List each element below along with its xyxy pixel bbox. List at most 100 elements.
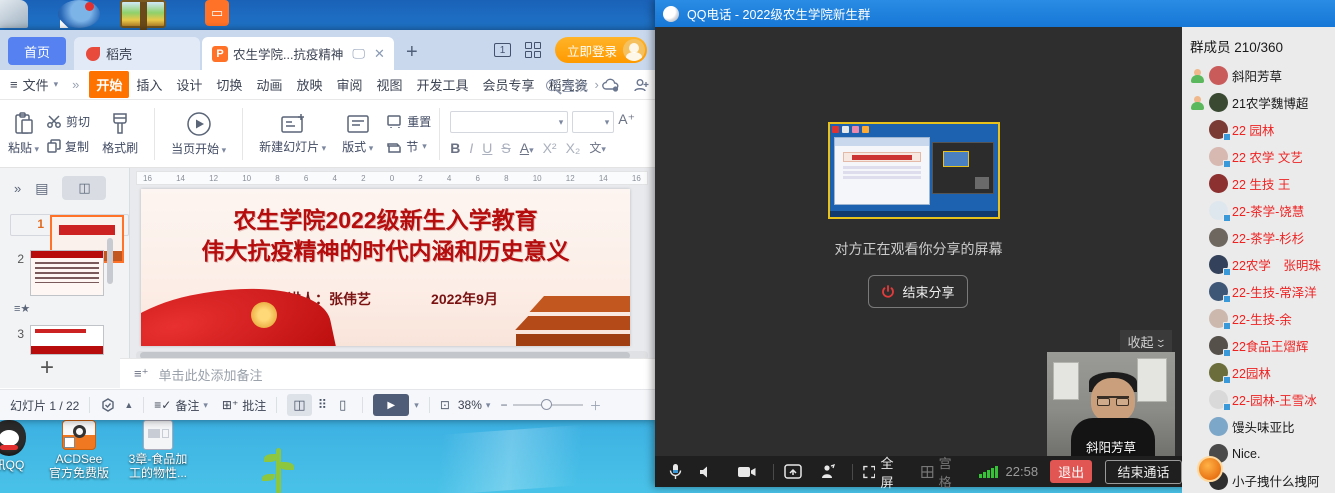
paste-button[interactable]: 粘贴 ▾	[0, 112, 47, 156]
member-row[interactable]: 斜阳芳草	[1182, 62, 1335, 89]
workspace-grid-icon[interactable]	[525, 42, 541, 58]
tab-close-icon[interactable]: ✕	[374, 46, 385, 62]
comments-button[interactable]: ⊞⁺ 批注	[222, 397, 266, 414]
ribbon-tab[interactable]: 设计	[169, 71, 209, 98]
member-avatar[interactable]	[1209, 255, 1228, 274]
member-avatar[interactable]	[1209, 228, 1228, 247]
panel-scrollbar[interactable]	[107, 238, 113, 284]
font-family-select[interactable]: ▾	[450, 111, 568, 133]
underline-button[interactable]: U	[482, 140, 492, 156]
fullscreen-button[interactable]: 全屏	[863, 453, 904, 491]
cut-button[interactable]: 剪切	[47, 113, 90, 130]
qq-title-bar[interactable]: QQ电话 - 2022级农生学院新生群	[655, 0, 1335, 27]
recycle-bin-icon[interactable]	[0, 0, 28, 28]
ribbon-tab[interactable]: 动画	[249, 71, 289, 98]
member-avatar[interactable]	[1209, 147, 1228, 166]
floating-avatar-orb[interactable]	[1197, 456, 1223, 482]
slide-thumbnail-1[interactable]: 1	[10, 214, 129, 236]
menu-overflow-icon[interactable]: »	[72, 77, 79, 92]
find-button[interactable]: 查找	[546, 76, 588, 95]
window-restore-icon[interactable]: 1	[494, 43, 511, 57]
end-share-button[interactable]: 结束分享	[868, 275, 968, 308]
layout-button[interactable]: 版式 ▾	[334, 113, 381, 155]
cloud-sync-icon[interactable]	[602, 78, 620, 92]
format-painter-button[interactable]: 格式刷	[90, 112, 146, 156]
ribbon-tab[interactable]: 插入	[129, 71, 169, 98]
normal-view-button[interactable]: ◫	[287, 394, 311, 416]
grid-view-button[interactable]: 宫格	[921, 453, 962, 491]
file-menu[interactable]: ≡ 文件 ▾	[10, 75, 58, 94]
zoom-slider[interactable]	[513, 404, 583, 406]
spellcheck-icon[interactable]	[100, 397, 116, 413]
fit-slide-icon[interactable]: ⊡	[440, 398, 450, 412]
slide-thumbnail-3[interactable]: 3	[10, 325, 129, 355]
slide-sorter-view-button[interactable]: ⠿	[312, 394, 334, 416]
desktop-app-icon-wps[interactable]: ▭	[205, 0, 229, 26]
increase-font-button[interactable]: A⁺	[618, 111, 635, 133]
member-row[interactable]: 22 生技 王	[1182, 170, 1335, 197]
microphone-button[interactable]	[669, 463, 682, 480]
member-avatar[interactable]	[1209, 309, 1228, 328]
section-button[interactable]: 节▾	[387, 138, 431, 155]
presenter-pointer-button[interactable]	[819, 464, 835, 479]
desktop-app-icon-archive[interactable]	[120, 0, 166, 28]
share-screen-button[interactable]	[784, 464, 802, 479]
member-row[interactable]: 馒头味亚比	[1182, 413, 1335, 440]
member-row[interactable]: 21农学魏博超	[1182, 89, 1335, 116]
font-color-button[interactable]: A▾	[520, 140, 534, 156]
speaker-button[interactable]	[699, 465, 713, 479]
member-row[interactable]: 22园林	[1182, 359, 1335, 386]
member-row[interactable]: 22 园林	[1182, 116, 1335, 143]
member-avatar[interactable]	[1209, 282, 1228, 301]
member-row[interactable]: 22-生技-余	[1182, 305, 1335, 332]
member-avatar[interactable]	[1209, 66, 1228, 85]
desktop-icon-acdsee[interactable]: ACDSee 官方免费版	[48, 420, 110, 480]
ribbon-tab[interactable]: 开始	[89, 71, 129, 98]
member-avatar[interactable]	[1209, 93, 1228, 112]
subscript-button[interactable]: X₂	[566, 140, 581, 156]
notes-bar[interactable]: ≡⁺ 单击此处添加备注	[120, 358, 655, 389]
outline-view-icon[interactable]: ▤	[35, 180, 48, 197]
bold-button[interactable]: B	[450, 140, 460, 156]
member-row[interactable]: 22-茶学-饶慧	[1182, 197, 1335, 224]
ribbon-tab[interactable]: 开发工具	[410, 71, 476, 98]
ribbon-tab[interactable]: 审阅	[329, 71, 369, 98]
ribbon-tab[interactable]: 会员专享	[476, 71, 542, 98]
copy-button[interactable]: 复制	[47, 138, 90, 155]
camera-button[interactable]	[738, 466, 756, 478]
tab-document-active[interactable]: P 农生学院...抗疫精神 🖵 ✕	[202, 37, 394, 70]
end-call-button[interactable]: 结束通话	[1105, 460, 1182, 484]
exit-button[interactable]: 退出	[1050, 460, 1092, 483]
member-avatar[interactable]	[1209, 363, 1228, 382]
desktop-icon-qq[interactable]: 讯QQ	[0, 420, 26, 472]
ribbon-tab[interactable]: 视图	[369, 71, 409, 98]
zoom-out-button[interactable]: −	[500, 398, 507, 412]
new-slide-button[interactable]: 新建幻灯片 ▾	[251, 113, 334, 155]
notes-toggle-button[interactable]: ≡✓ 备注▾	[154, 397, 208, 414]
member-avatar[interactable]	[1209, 336, 1228, 355]
member-row[interactable]: 22 农学 文艺	[1182, 143, 1335, 170]
member-avatar[interactable]	[1209, 120, 1228, 139]
screen-share-preview[interactable]	[828, 122, 1000, 219]
tab-home[interactable]: 首页	[8, 37, 66, 65]
reading-view-button[interactable]: ▯	[333, 394, 352, 416]
font-size-select[interactable]: ▾	[572, 111, 614, 133]
zoom-slider-knob[interactable]	[541, 399, 552, 410]
member-avatar[interactable]	[1209, 174, 1228, 193]
login-button[interactable]: 立即登录	[555, 37, 647, 63]
phonetic-guide-button[interactable]: 文▾	[589, 139, 606, 156]
collapse-videos-button[interactable]: 收起 ⌄⌄	[1120, 330, 1172, 353]
add-user-icon[interactable]	[634, 78, 649, 92]
member-row[interactable]: 22-茶学-杉杉	[1182, 224, 1335, 251]
ribbon-tab[interactable]: 切换	[209, 71, 249, 98]
new-tab-button[interactable]: +	[406, 41, 418, 64]
ribbon-tab[interactable]: 放映	[289, 71, 329, 98]
tab-docer[interactable]: 稻壳	[74, 37, 200, 70]
slideshow-play-button[interactable]: ▶	[373, 394, 409, 416]
member-row[interactable]: 22-园林-王雪冰	[1182, 386, 1335, 413]
reset-button[interactable]: 重置	[387, 113, 431, 130]
member-row[interactable]: 22农学 张明珠	[1182, 251, 1335, 278]
zoom-in-button[interactable]: ＋	[589, 397, 601, 414]
desktop-icon-ppt-file[interactable]: 3章-食品加工的物性...	[126, 420, 190, 480]
thumbnail-view-button[interactable]: ◫	[62, 176, 106, 200]
